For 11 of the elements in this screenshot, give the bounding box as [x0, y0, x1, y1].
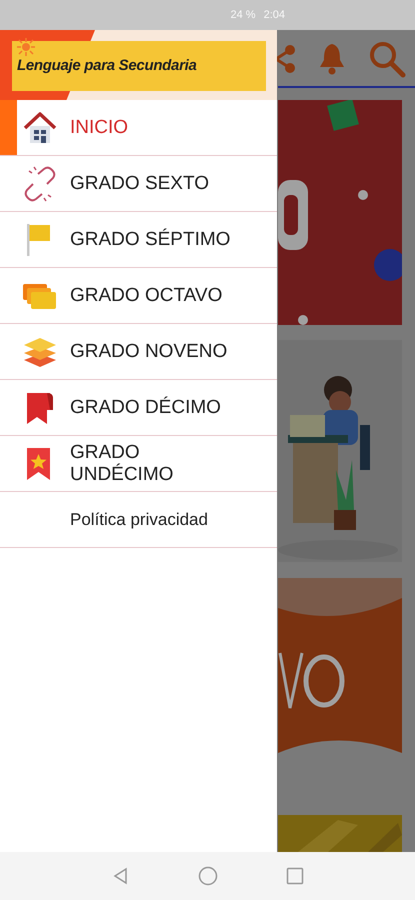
notification-bell-icon[interactable] — [317, 42, 347, 76]
back-icon[interactable] — [112, 867, 130, 885]
menu-item[interactable]: INICIO — [0, 100, 277, 156]
recent-apps-icon[interactable] — [286, 867, 304, 885]
house-icon — [22, 110, 58, 146]
broken-link-icon — [22, 166, 58, 202]
search-icon[interactable] — [368, 40, 406, 78]
app-title: Lenguaje para Secundaria — [17, 56, 197, 76]
sun-icon — [17, 38, 35, 56]
selection-bar — [0, 100, 17, 155]
home-icon[interactable] — [198, 866, 218, 886]
